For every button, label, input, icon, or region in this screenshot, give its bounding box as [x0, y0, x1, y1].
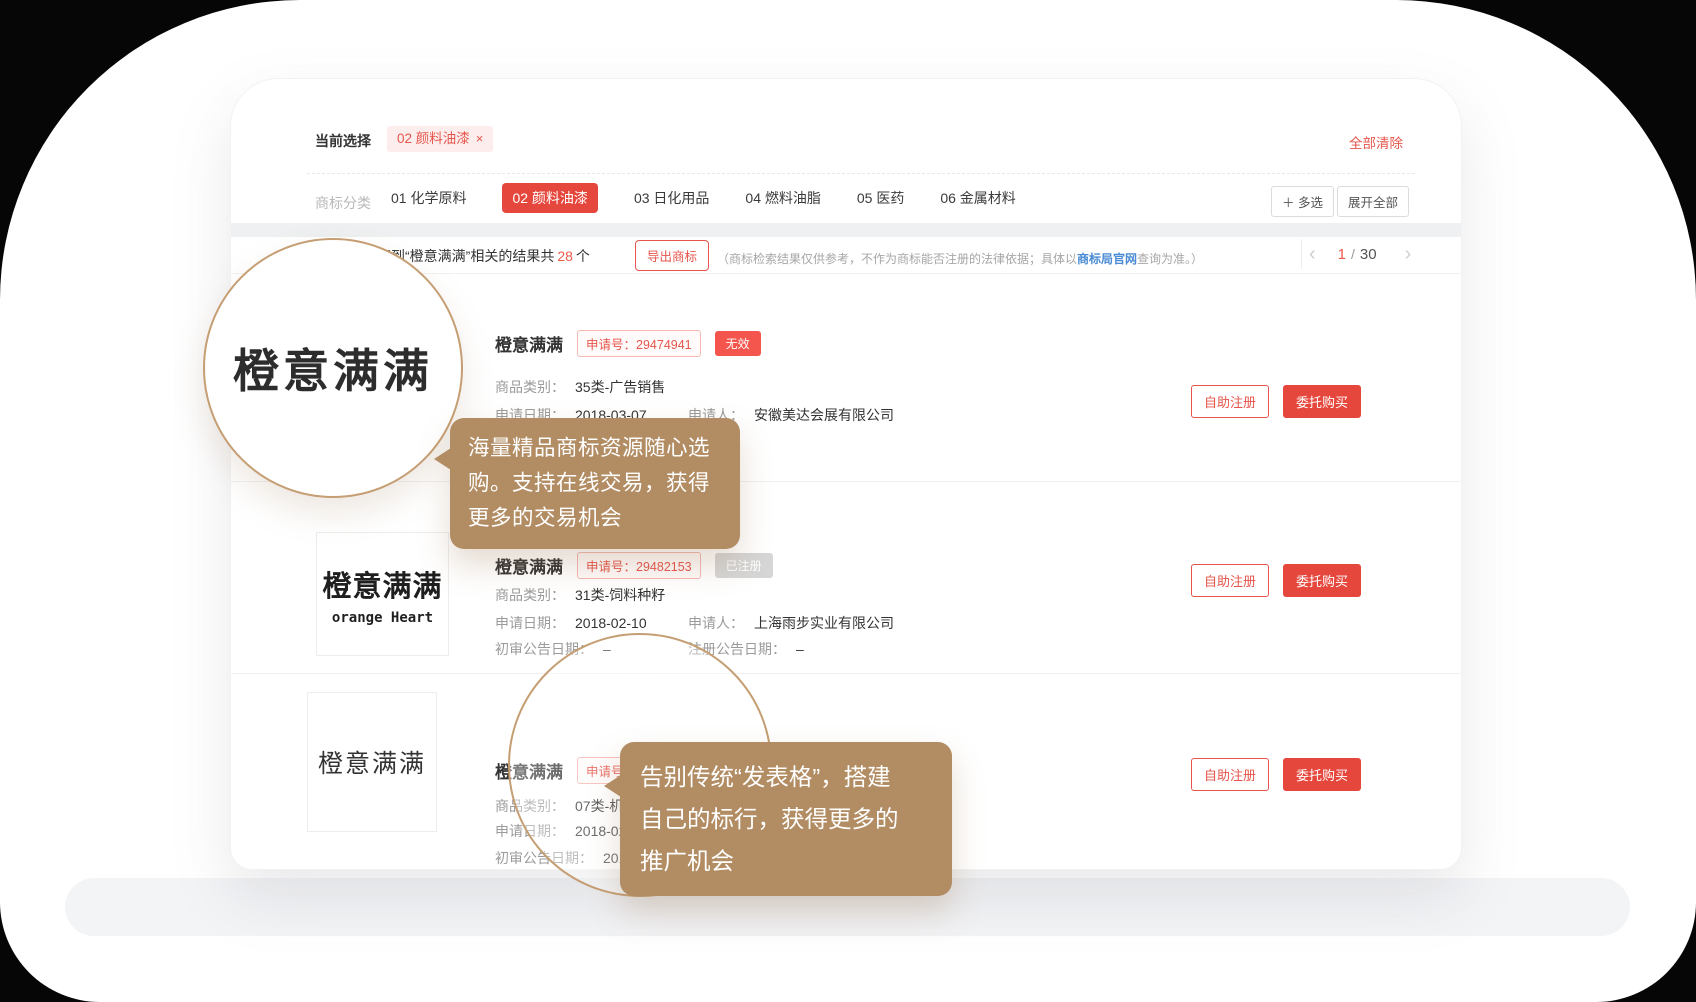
tooltip-line: 海量精品商标资源随心选 — [468, 431, 722, 466]
magnifier-circle-1: 橙意满满 — [203, 238, 463, 498]
results-count: 28 — [557, 248, 573, 264]
tooltip-marketplace: 海量精品商标资源随心选 购。支持在线交易，获得 更多的交易机会 — [450, 418, 740, 549]
self-register-button[interactable]: 自助注册 — [1191, 564, 1269, 597]
results-summary-unit: 个 — [576, 248, 590, 264]
row-1-actions: 自助注册 委托购买 — [1191, 385, 1361, 418]
tooltip-line: 自己的标行，获得更多的 — [640, 798, 932, 840]
disclaimer-prefix: （商标检索结果仅供参考，不作为商标能否注册的法律依据；具体以 — [717, 252, 1077, 266]
header-divider — [1301, 239, 1302, 269]
category-item-06[interactable]: 06 金属材料 — [940, 188, 1015, 208]
row-2-applicant: 申请人： 上海雨步实业有限公司 — [688, 613, 894, 633]
panel-gap — [231, 223, 1461, 237]
tooltip-line: 告别传统“发表格”，搭建 — [640, 756, 932, 798]
trademark-image-text: 橙意满满 — [318, 744, 426, 780]
category-value: 31类-饲料种籽 — [575, 587, 665, 603]
self-register-button[interactable]: 自助注册 — [1191, 758, 1269, 791]
trademark-image[interactable]: 橙意满满 — [307, 692, 437, 832]
row-2-title-row: 橙意满满 申请号：29482153 已注册 — [495, 552, 773, 579]
selected-filter-tag[interactable]: 02 颜料油漆 × — [387, 126, 493, 152]
trademark-name[interactable]: 橙意满满 — [495, 331, 563, 356]
status-badge-invalid: 无效 — [715, 331, 761, 356]
page-separator: / — [1351, 246, 1355, 262]
apply-date-label: 申请日期： — [495, 615, 565, 631]
trademark-image-text: 橙意满满 — [322, 563, 442, 605]
applicant-label: 申请人： — [688, 615, 744, 631]
category-item-02-selected[interactable]: 02 颜料油漆 — [502, 183, 597, 213]
application-number-value: 29482153 — [636, 560, 692, 574]
category-nav: 01 化学原料 02 颜料油漆 03 日化用品 04 燃料油脂 05 医药 06… — [391, 184, 1016, 212]
category-item-03[interactable]: 03 日化用品 — [634, 188, 709, 208]
trademark-office-link[interactable]: 商标局官网 — [1077, 252, 1137, 266]
application-number-value: 29474941 — [636, 338, 692, 352]
next-page-icon[interactable]: › — [1405, 244, 1412, 264]
page: 当前选择 02 颜料油漆 × 全部清除 商标分类 01 化学原料 02 颜料油漆 … — [0, 0, 1696, 1002]
dashed-divider — [307, 173, 1415, 174]
category-label: 商品类别： — [495, 587, 565, 603]
category-label: 商品类别： — [495, 379, 565, 395]
row-2-date-line: 申请日期：2018-02-10 申请人：上海雨步实业有限公司 — [495, 613, 647, 633]
category-item-01[interactable]: 01 化学原料 — [391, 188, 466, 208]
trademark-image[interactable]: 橙意满满 orange Heart — [316, 532, 449, 656]
pagination: ‹ 1 / 30 › — [1309, 241, 1411, 267]
applicant-value: 上海雨步实业有限公司 — [754, 615, 894, 631]
disclaimer: （商标检索结果仅供参考，不作为商标能否注册的法律依据；具体以商标局官网查询为准。… — [717, 250, 1203, 267]
export-trademark-button[interactable]: 导出商标 — [635, 240, 709, 271]
multi-select-button[interactable]: ＋ 多选 — [1271, 186, 1334, 217]
tooltip-line: 购。支持在线交易，获得 — [468, 466, 722, 501]
trademark-name[interactable]: 橙意满满 — [495, 553, 563, 578]
row-2-category-line: 商品类别： 31类-饲料种籽 — [495, 585, 665, 605]
close-icon[interactable]: × — [476, 131, 484, 146]
row-2-actions: 自助注册 委托购买 — [1191, 564, 1361, 597]
entrust-buy-button[interactable]: 委托购买 — [1283, 385, 1361, 418]
expand-all-button[interactable]: 展开全部 — [1337, 186, 1409, 217]
application-number-label: 申请号： — [586, 560, 636, 574]
tooltip-promotion: 告别传统“发表格”，搭建 自己的标行，获得更多的 推广机会 — [620, 742, 952, 896]
tooltip-line: 更多的交易机会 — [468, 501, 722, 536]
application-number-tag: 申请号：29482153 — [577, 552, 701, 579]
prev-page-icon[interactable]: ‹ — [1309, 244, 1316, 264]
magnified-trademark-text: 橙意满满 — [233, 335, 433, 401]
row-1-title-row: 橙意满满 申请号：29474941 无效 — [495, 330, 761, 357]
tooltip-line: 推广机会 — [640, 840, 932, 882]
selected-filter-tag-label: 02 颜料油漆 — [397, 131, 470, 146]
row-1-category-line: 商品类别： 35类-广告销售 — [495, 377, 665, 397]
trademark-image-subtext: orange Heart — [332, 610, 433, 626]
reg-notice-value: – — [796, 641, 804, 657]
entrust-buy-button[interactable]: 委托购买 — [1283, 564, 1361, 597]
clear-all-button[interactable]: 全部清除 — [1349, 132, 1403, 152]
category-value: 35类-广告销售 — [575, 379, 665, 395]
disclaimer-suffix: 查询为准。） — [1137, 252, 1203, 266]
entrust-buy-button[interactable]: 委托购买 — [1283, 758, 1361, 791]
total-pages: 30 — [1360, 246, 1377, 263]
status-badge-registered: 已注册 — [715, 553, 773, 578]
current-selection-label: 当前选择 — [315, 131, 371, 151]
category-item-05[interactable]: 05 医药 — [857, 188, 904, 208]
row-3-actions: 自助注册 委托购买 — [1191, 758, 1361, 791]
self-register-button[interactable]: 自助注册 — [1191, 385, 1269, 418]
current-page: 1 — [1338, 246, 1346, 263]
application-number-label: 申请号： — [586, 338, 636, 352]
category-item-04[interactable]: 04 燃料油脂 — [745, 188, 820, 208]
result-row-2: 橙意满满 orange Heart 橙意满满 申请号：29482153 已注册 … — [231, 481, 1461, 673]
applicant-value: 安徽美达会展有限公司 — [754, 407, 894, 423]
apply-date-value: 2018-02-10 — [575, 615, 647, 631]
application-number-tag: 申请号：29474941 — [577, 330, 701, 357]
category-nav-label: 商标分类 — [315, 193, 371, 213]
